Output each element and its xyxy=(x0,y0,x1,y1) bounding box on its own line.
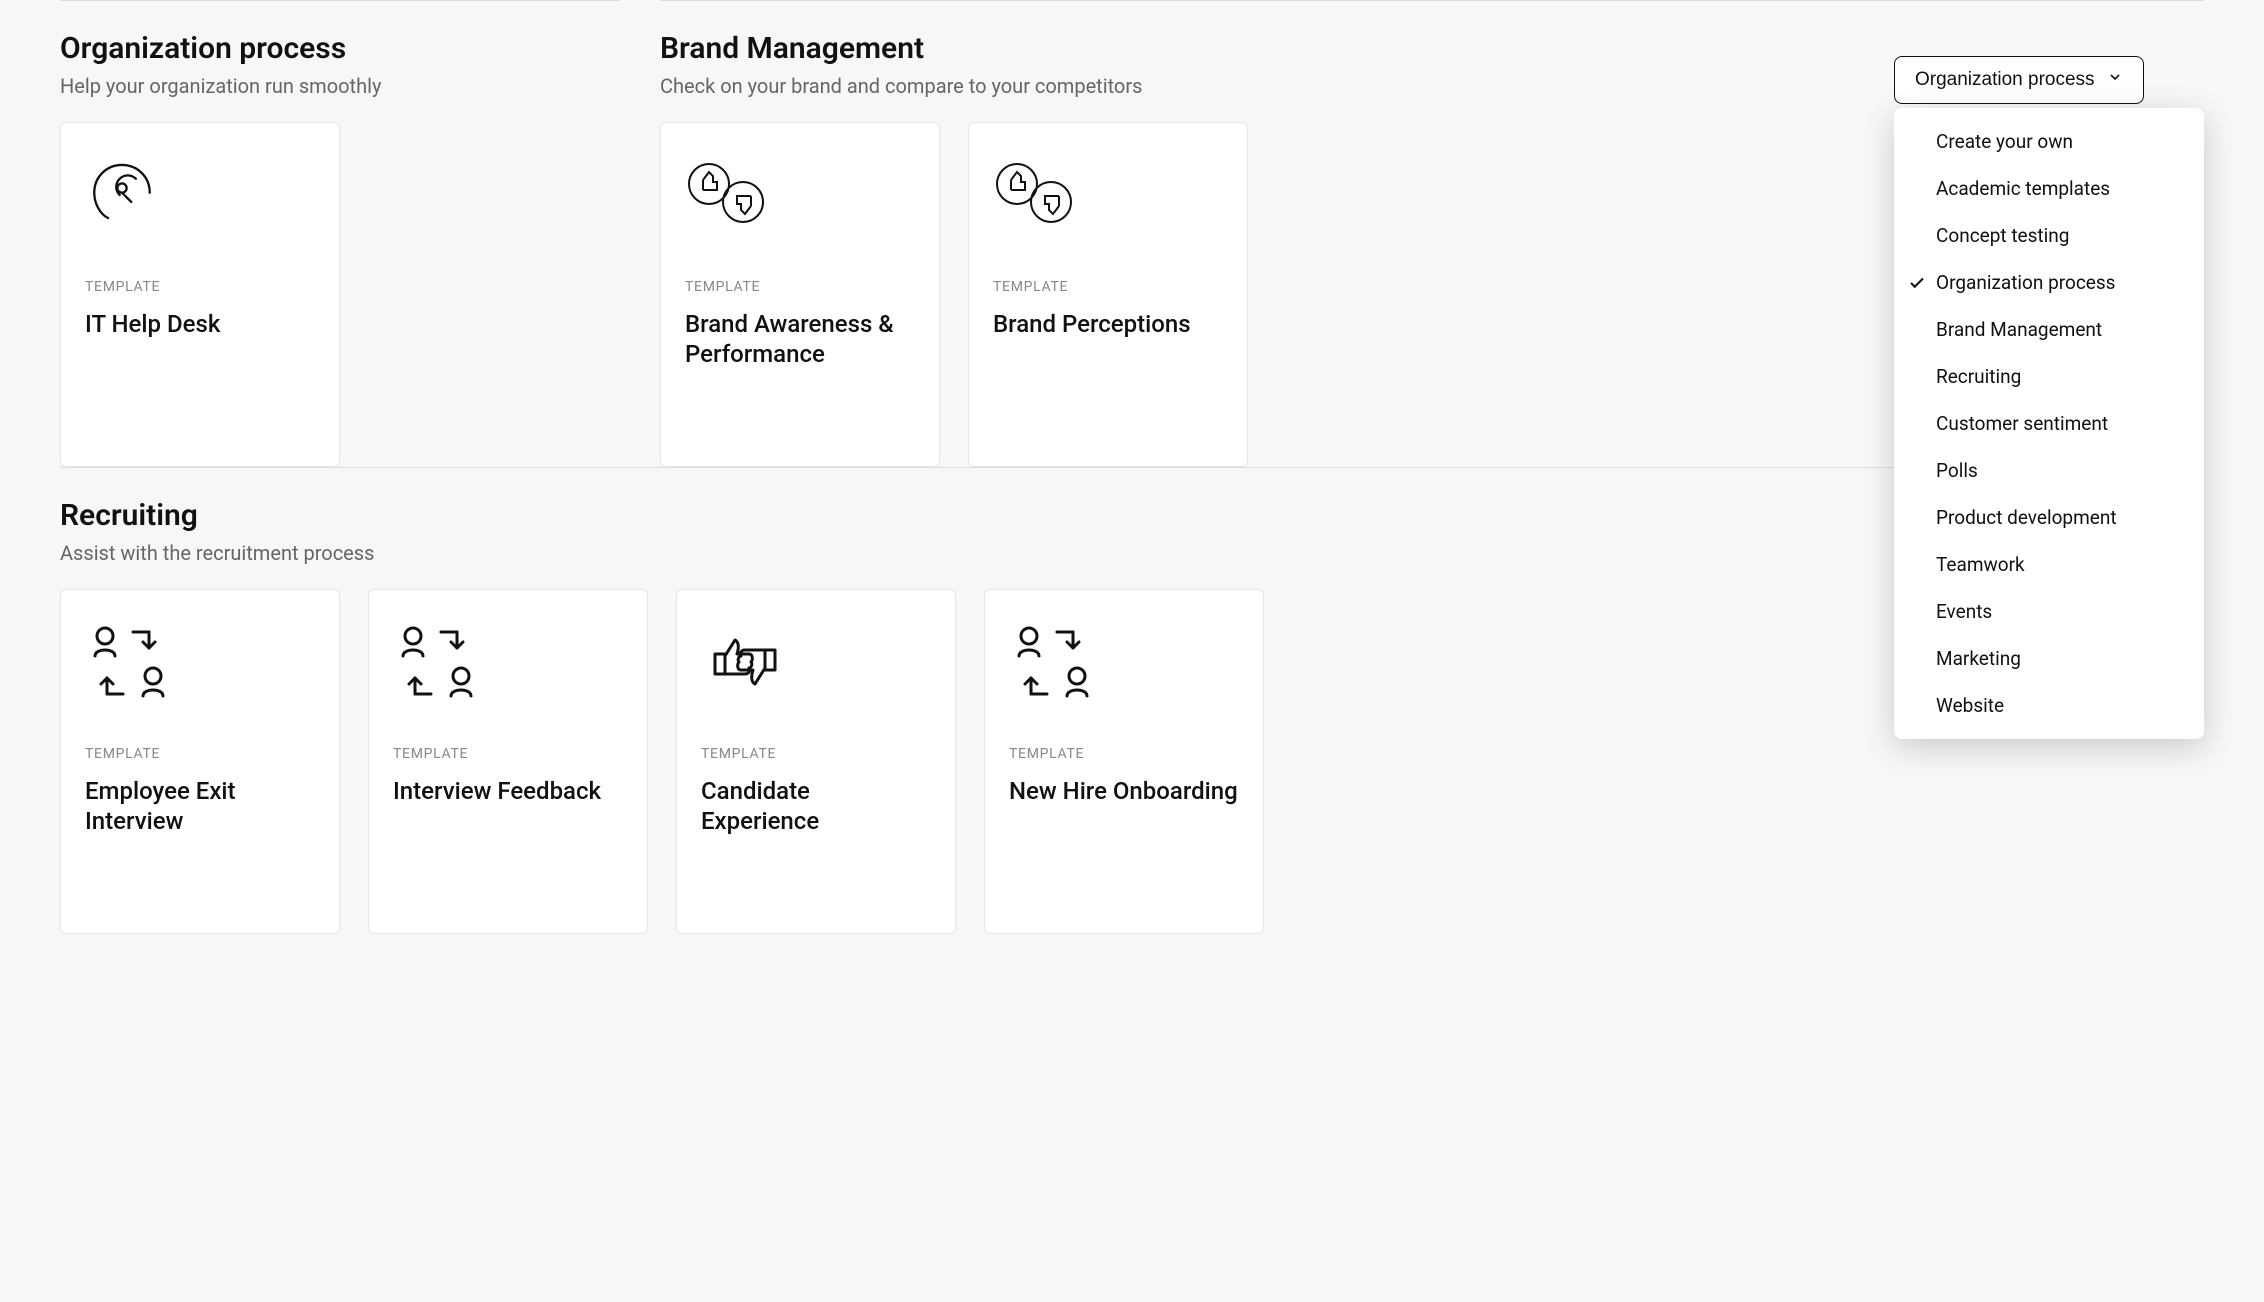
template-title: Candidate Experience xyxy=(701,776,931,836)
template-card-candidate-experience[interactable]: TEMPLATE Candidate Experience xyxy=(676,589,956,934)
dropdown-item-label: Academic templates xyxy=(1936,177,2110,200)
dropdown-item-label: Customer sentiment xyxy=(1936,412,2108,435)
people-swap-icon xyxy=(393,618,623,706)
dropdown-item-academic-templates[interactable]: Academic templates xyxy=(1894,165,2204,212)
dropdown-item-label: Website xyxy=(1936,694,2004,717)
dropdown-item-label: Marketing xyxy=(1936,647,2021,670)
template-card-new-hire-onboarding[interactable]: TEMPLATE New Hire Onboarding xyxy=(984,589,1264,934)
dropdown-item-teamwork[interactable]: Teamwork xyxy=(1894,541,2204,588)
template-card-interview-feedback[interactable]: TEMPLATE Interview Feedback xyxy=(368,589,648,934)
section-header-recruiting: Recruiting Assist with the recruitment p… xyxy=(60,498,2204,565)
template-eyebrow: TEMPLATE xyxy=(85,279,315,295)
check-icon xyxy=(1908,274,1936,292)
dropdown-item-label: Product development xyxy=(1936,506,2117,529)
template-eyebrow: TEMPLATE xyxy=(701,746,931,762)
dropdown-item-concept-testing[interactable]: Concept testing xyxy=(1894,212,2204,259)
dropdown-item-organization-process[interactable]: Organization process xyxy=(1894,259,2204,306)
template-eyebrow: TEMPLATE xyxy=(1009,746,1239,762)
section-subtitle: Help your organization run smoothly xyxy=(60,74,620,98)
section-header-organization-process: Organization process Help your organizat… xyxy=(60,31,620,98)
dropdown-item-label: Teamwork xyxy=(1936,553,2025,576)
dropdown-item-label: Organization process xyxy=(1936,271,2115,294)
dropdown-item-label: Create your own xyxy=(1936,130,2073,153)
section-title: Organization process xyxy=(60,31,620,66)
template-card-brand-perceptions[interactable]: TEMPLATE Brand Perceptions xyxy=(968,122,1248,467)
people-swap-icon xyxy=(1009,618,1239,706)
dropdown-item-create-your-own[interactable]: Create your own xyxy=(1894,118,2204,165)
template-title: Employee Exit Interview xyxy=(85,776,315,836)
dropdown-item-product-development[interactable]: Product development xyxy=(1894,494,2204,541)
template-title: IT Help Desk xyxy=(85,309,315,339)
dropdown-item-label: Brand Management xyxy=(1936,318,2102,341)
template-title: New Hire Onboarding xyxy=(1009,776,1239,806)
dropdown-item-label: Recruiting xyxy=(1936,365,2021,388)
thumbs-up-down-icon xyxy=(685,151,915,239)
template-title: Brand Perceptions xyxy=(993,309,1223,339)
section-divider xyxy=(60,467,2204,468)
headset-icon xyxy=(85,151,315,239)
section-divider xyxy=(660,0,2204,1)
template-title: Interview Feedback xyxy=(393,776,623,806)
dropdown-item-label: Concept testing xyxy=(1936,224,2069,247)
dropdown-item-marketing[interactable]: Marketing xyxy=(1894,635,2204,682)
category-dropdown-button[interactable]: Organization process xyxy=(1894,56,2144,104)
template-eyebrow: TEMPLATE xyxy=(993,279,1223,295)
dropdown-item-polls[interactable]: Polls xyxy=(1894,447,2204,494)
template-card-it-help-desk[interactable]: TEMPLATE IT Help Desk xyxy=(60,122,340,467)
dropdown-selected-label: Organization process xyxy=(1915,69,2095,91)
dropdown-item-label: Events xyxy=(1936,600,1992,623)
people-swap-icon xyxy=(85,618,315,706)
thumbs-pair-icon xyxy=(701,618,931,706)
template-card-employee-exit-interview[interactable]: TEMPLATE Employee Exit Interview xyxy=(60,589,340,934)
template-eyebrow: TEMPLATE xyxy=(685,279,915,295)
section-divider xyxy=(60,0,620,1)
chevron-down-icon xyxy=(2107,69,2123,91)
dropdown-item-label: Polls xyxy=(1936,459,1978,482)
dropdown-item-recruiting[interactable]: Recruiting xyxy=(1894,353,2204,400)
template-card-brand-awareness[interactable]: TEMPLATE Brand Awareness & Performance xyxy=(660,122,940,467)
category-dropdown-menu: Create your own Academic templates Conce… xyxy=(1894,108,2204,739)
dropdown-item-events[interactable]: Events xyxy=(1894,588,2204,635)
section-subtitle: Assist with the recruitment process xyxy=(60,541,2204,565)
dropdown-item-website[interactable]: Website xyxy=(1894,682,2204,729)
template-eyebrow: TEMPLATE xyxy=(85,746,315,762)
template-eyebrow: TEMPLATE xyxy=(393,746,623,762)
dropdown-item-brand-management[interactable]: Brand Management xyxy=(1894,306,2204,353)
category-dropdown: Organization process Create your own Aca… xyxy=(1894,56,2204,739)
dropdown-item-customer-sentiment[interactable]: Customer sentiment xyxy=(1894,400,2204,447)
section-title: Recruiting xyxy=(60,498,2204,533)
thumbs-up-down-icon xyxy=(993,151,1223,239)
template-title: Brand Awareness & Performance xyxy=(685,309,915,369)
